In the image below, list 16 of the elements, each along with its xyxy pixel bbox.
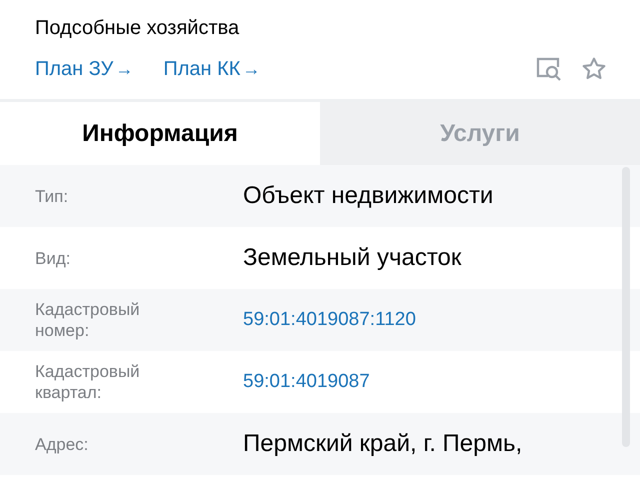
scrollbar[interactable] [622, 167, 630, 447]
plan-link[interactable]: План ЗУ→ [35, 54, 134, 84]
field-label: Тип: [35, 186, 70, 206]
field-value-link[interactable]: 59:01:4019087:1120 [243, 306, 416, 334]
search-document-icon[interactable] [535, 56, 563, 82]
field-value: Объект недвижимости [243, 181, 494, 211]
field-value: Пермский край, г. Пермь, [243, 429, 522, 459]
field-label: Адрес: [35, 434, 90, 454]
star-icon[interactable] [581, 56, 607, 82]
title: Подсобные хозяйства [35, 16, 240, 40]
plan-link[interactable]: План КК→ [163, 54, 260, 84]
field-label: Кадастровый квартал: [35, 361, 141, 403]
field-label: Вид: [35, 248, 72, 268]
field-label: Кадастровый номер: [35, 299, 141, 341]
field-value: Земельный участок [243, 243, 462, 273]
field-value-link[interactable]: 59:01:4019087 [243, 368, 370, 396]
